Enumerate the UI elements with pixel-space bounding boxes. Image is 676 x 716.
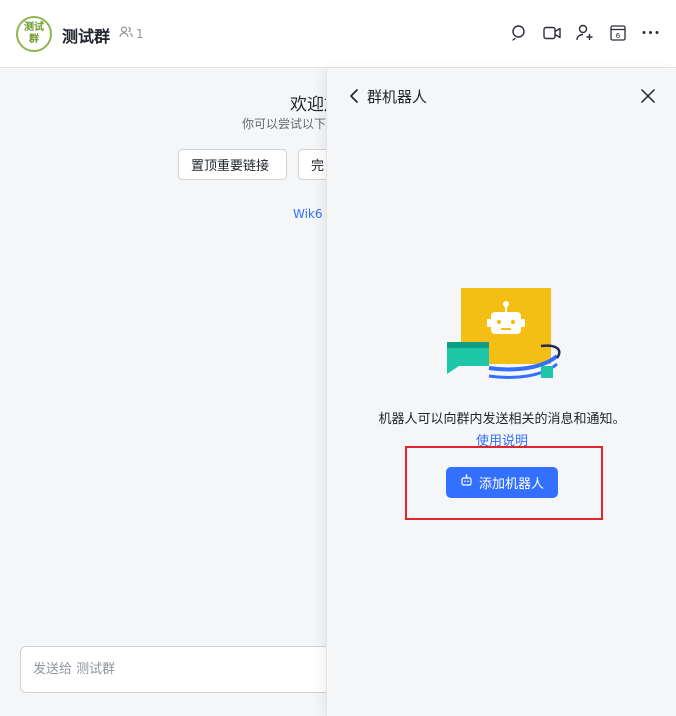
message-input[interactable] xyxy=(21,647,359,692)
usage-guide-link[interactable]: 使用说明 xyxy=(327,430,676,449)
member-count-label: 1 xyxy=(136,26,144,41)
close-icon[interactable] xyxy=(639,87,657,105)
members-icon xyxy=(119,26,133,41)
wiki-link[interactable]: Wik6 xyxy=(293,207,323,221)
add-bot-label: 添加机器人 xyxy=(478,477,544,492)
svg-text:6: 6 xyxy=(615,32,620,40)
welcome-subtitle: 你可以尝试以下 xyxy=(242,117,327,131)
video-call-icon[interactable] xyxy=(542,23,561,42)
panel-title: 群机器人 xyxy=(367,88,428,106)
add-bot-button[interactable]: 添加机器人 xyxy=(446,467,558,498)
search-icon[interactable] xyxy=(509,23,528,42)
bot-description: 机器人可以向群内发送相关的消息和通知。 xyxy=(378,412,626,427)
message-composer[interactable] xyxy=(20,646,360,693)
calendar-icon[interactable]: 6 xyxy=(608,23,627,42)
group-bots-panel: 群机器人 机器人可以向群内发送相关的消息和通知。 使用说明 添加机器人 xyxy=(326,68,676,716)
pin-important-link-button[interactable]: 置顶重要链接 xyxy=(178,149,287,180)
back-icon[interactable] xyxy=(347,87,361,105)
member-count[interactable]: 1 xyxy=(119,26,144,41)
robot-illustration-icon xyxy=(445,284,561,384)
add-member-icon[interactable] xyxy=(575,23,594,42)
group-name[interactable]: 测试群 xyxy=(62,23,110,47)
bot-icon xyxy=(460,474,473,491)
more-icon[interactable] xyxy=(641,23,660,42)
avatar[interactable]: 测试群 xyxy=(16,16,52,52)
chat-header: 测试群 测试群 1 6 xyxy=(0,0,676,68)
